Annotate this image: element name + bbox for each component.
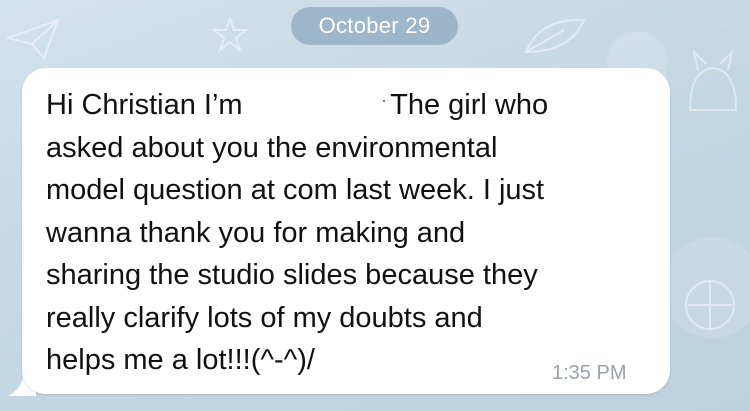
message-line-3: model question at com last week. I just xyxy=(46,174,545,206)
message-greeting: Hi Christian I’m xyxy=(46,89,243,121)
redaction-dot xyxy=(382,99,385,102)
paper-plane-doodle-icon xyxy=(4,18,60,60)
ball-doodle-icon xyxy=(685,280,735,330)
message-line-1: Hi Christian I’m The girl who xyxy=(46,84,646,127)
message-text[interactable]: Hi Christian I’m The girl who asked abou… xyxy=(46,84,646,382)
message-line-2: asked about you the environmental xyxy=(46,131,498,164)
message-line-6: really clarify lots of my doubts and xyxy=(46,301,483,334)
date-separator: October 29 xyxy=(291,7,458,45)
cat-doodle-icon xyxy=(688,48,738,111)
redacted-name xyxy=(243,99,385,107)
star-doodle-icon xyxy=(211,14,249,53)
message-line-4: wanna thank you for making and xyxy=(46,216,466,249)
message-greeting-cont: The girl who xyxy=(390,89,549,121)
message-timestamp: 1:35 PM xyxy=(552,362,627,384)
message-line-5: sharing the studio slides because they xyxy=(46,259,538,291)
leaf-doodle-icon xyxy=(524,18,586,54)
